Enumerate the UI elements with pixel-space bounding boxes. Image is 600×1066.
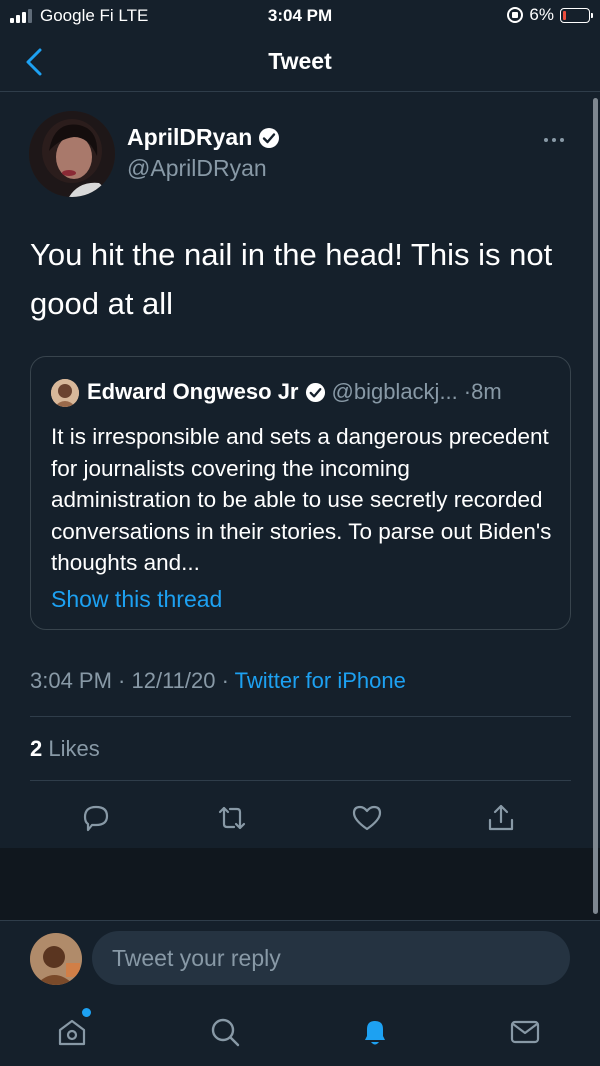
author-handle[interactable]: @AprilDRyan xyxy=(127,155,267,182)
notifications-icon xyxy=(365,1021,385,1045)
tweet-source-link[interactable]: Twitter for iPhone xyxy=(235,668,406,693)
quoted-header: Edward Ongweso Jr @bigblackj... ·8m xyxy=(87,379,502,405)
tweet-timestamp: 3:04 PM · 12/11/20 · xyxy=(30,668,235,693)
author-name-text: AprilDRyan xyxy=(127,124,253,150)
search-icon xyxy=(211,1018,240,1047)
quoted-author-handle: @bigblackj... xyxy=(331,379,458,404)
retweet-button[interactable] xyxy=(212,798,252,838)
quoted-time: ·8m xyxy=(463,379,502,404)
quoted-author-avatar xyxy=(51,379,79,407)
divider xyxy=(30,780,571,781)
likes-number: 2 xyxy=(30,736,43,761)
share-icon xyxy=(488,804,514,831)
reply-button[interactable] xyxy=(76,798,116,838)
quoted-text: It is irresponsible and sets a dangerous… xyxy=(51,424,552,575)
tweet-text: You hit the nail in the head! This is no… xyxy=(30,237,553,321)
scrollbar[interactable] xyxy=(593,98,598,914)
user-avatar[interactable] xyxy=(30,933,82,985)
like-icon xyxy=(352,805,382,831)
battery-icon xyxy=(560,7,593,23)
retweet-icon xyxy=(218,806,246,830)
quoted-author-name: Edward Ongweso Jr xyxy=(87,379,299,404)
tab-search[interactable] xyxy=(205,1012,245,1052)
like-button[interactable] xyxy=(347,798,387,838)
screen: Google Fi LTE 3:04 PM 6% Tweet AprilDRya… xyxy=(0,0,600,1066)
page-title: Tweet xyxy=(268,48,332,74)
reply-bar xyxy=(0,920,600,1000)
home-icon xyxy=(58,1019,86,1046)
author-avatar[interactable] xyxy=(29,111,115,197)
author-name[interactable]: AprilDRyan xyxy=(127,124,280,151)
divider xyxy=(30,716,571,717)
messages-icon xyxy=(510,1020,540,1044)
share-button[interactable] xyxy=(481,798,521,838)
status-bar: Google Fi LTE 3:04 PM 6% xyxy=(0,0,600,32)
more-options-icon[interactable] xyxy=(536,130,572,150)
tweet-meta: 3:04 PM · 12/11/20 · Twitter for iPhone xyxy=(30,668,406,694)
tab-home[interactable] xyxy=(52,1012,92,1052)
new-content-dot xyxy=(82,1008,91,1017)
reply-input[interactable] xyxy=(92,931,570,985)
likes-label: Likes xyxy=(42,736,100,761)
status-right: 6% xyxy=(507,5,593,25)
likes-count[interactable]: 2 Likes xyxy=(30,736,100,762)
tab-messages[interactable] xyxy=(505,1012,545,1052)
timeline-gap xyxy=(0,848,600,920)
tab-notifications[interactable] xyxy=(355,1012,395,1052)
show-thread-link[interactable]: Show this thread xyxy=(51,586,222,613)
orientation-lock-icon xyxy=(507,7,524,23)
nav-bar: Tweet xyxy=(0,32,600,92)
verified-badge-icon xyxy=(305,382,325,402)
reply-icon xyxy=(83,805,109,832)
quoted-tweet[interactable]: Edward Ongweso Jr @bigblackj... ·8m It i… xyxy=(30,356,571,630)
verified-badge-icon xyxy=(259,127,280,148)
battery-percent: 6% xyxy=(529,5,554,24)
tweet-actions xyxy=(0,798,600,848)
